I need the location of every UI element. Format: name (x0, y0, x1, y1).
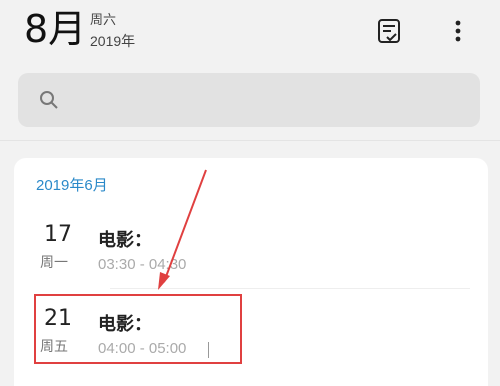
event-day: 21 (44, 306, 72, 331)
current-weekday: 周六 (90, 12, 117, 27)
agenda-month-header: 2019年6月 (36, 177, 108, 194)
event-weekday: 周一 (40, 254, 68, 270)
tasks-button[interactable] (374, 16, 404, 46)
event-time: 04:00 - 05:00 (98, 340, 187, 357)
more-options-button[interactable] (446, 16, 470, 46)
text-cursor (208, 342, 209, 358)
event-title: 电影： (98, 230, 152, 250)
event-title: 电影： (98, 314, 152, 334)
search-input[interactable] (76, 87, 460, 115)
header-divider (0, 140, 500, 141)
task-list-icon (378, 19, 400, 43)
event-row[interactable]: 21 周五 电影： 04:00 - 05:00 (14, 298, 488, 374)
calendar-header: 8月 周六 2019年 (0, 0, 500, 70)
event-time: 03:30 - 04:30 (98, 256, 187, 273)
more-vertical-icon (455, 20, 461, 42)
search-icon (40, 91, 58, 109)
current-year: 2019年 (90, 33, 136, 49)
current-month[interactable]: 8月 (24, 6, 86, 52)
row-divider (110, 288, 470, 289)
event-day: 17 (44, 222, 72, 247)
search-bar[interactable] (18, 73, 480, 127)
calendar-screen: 8月 周六 2019年 2019年6月 17 周一 电影： 03:30 - 04… (0, 0, 500, 386)
event-row[interactable]: 17 周一 电影： 03:30 - 04:30 (14, 214, 488, 290)
event-weekday: 周五 (40, 338, 68, 354)
